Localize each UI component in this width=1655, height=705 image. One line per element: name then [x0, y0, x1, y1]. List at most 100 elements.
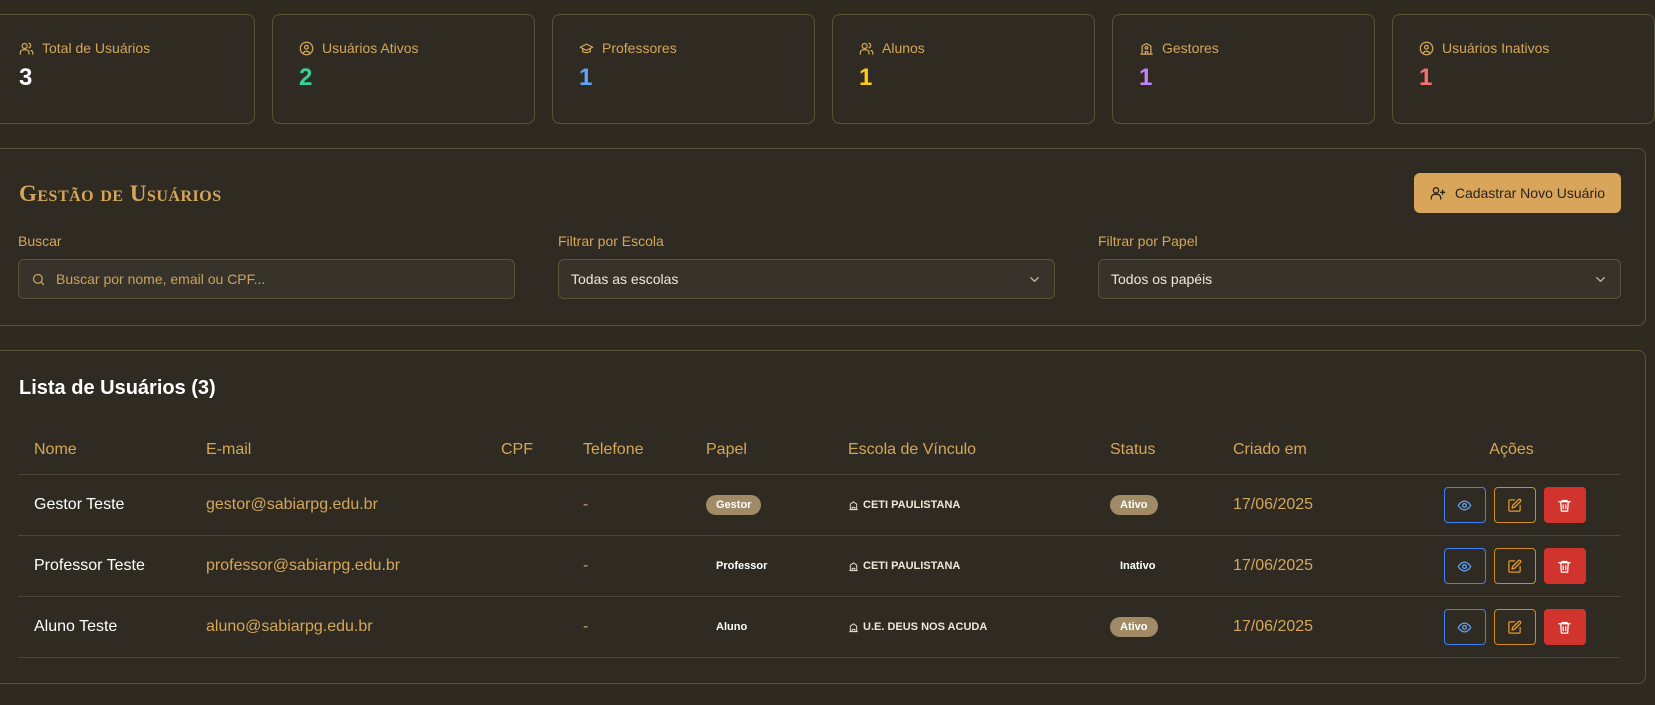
stat-label: Gestores [1162, 40, 1219, 56]
created-date: 17/06/2025 [1233, 618, 1314, 635]
list-title: Lista de Usuários (3) [19, 377, 216, 399]
search-input[interactable]: Buscar por nome, email ou CPF... [18, 259, 515, 299]
delete-button[interactable] [1543, 487, 1586, 523]
row-actions [1403, 548, 1620, 584]
column-header[interactable]: E-mail [206, 441, 501, 459]
user-plus-icon [1430, 187, 1446, 200]
stat-card-inactive: Usuários Inativos 1 [1392, 14, 1655, 124]
view-button[interactable] [1443, 487, 1486, 523]
add-user-button[interactable]: Cadastrar Novo Usuário [1413, 173, 1621, 213]
stat-value: 1 [859, 64, 873, 91]
column-header[interactable]: Escola de Vínculo [848, 441, 1110, 459]
edit-button[interactable] [1493, 487, 1536, 523]
stat-label: Professores [602, 40, 677, 56]
school-name: CETI PAULISTANA [863, 560, 961, 572]
user-email: professor@sabiarpg.edu.br [206, 557, 401, 574]
stat-label: Alunos [882, 40, 925, 56]
chevron-down-icon [1030, 276, 1039, 282]
stat-value: 1 [579, 64, 593, 91]
school-icon [849, 500, 858, 510]
row-actions [1403, 609, 1620, 645]
view-button[interactable] [1443, 609, 1486, 645]
school-icon [849, 561, 858, 571]
column-header[interactable]: Papel [706, 441, 848, 459]
school-name: U.E. DEUS NOS ACUDA [863, 621, 988, 633]
stat-label: Total de Usuários [42, 40, 151, 56]
role-filter: Filtrar por Papel Todos os papéis [1098, 233, 1621, 299]
table-header: Nome E-mail CPF Telefone Papel Escola de… [18, 426, 1620, 475]
school-cell: CETI PAULISTANA [848, 499, 1110, 511]
user-name: Professor Teste [34, 557, 145, 574]
created-date: 17/06/2025 [1233, 557, 1314, 574]
column-header[interactable]: Telefone [583, 441, 706, 459]
stat-value: 3 [19, 64, 33, 91]
stat-value: 2 [299, 64, 313, 91]
chevron-down-icon [1596, 276, 1605, 282]
user-phone: - [583, 557, 589, 574]
table-row: Professor Teste professor@sabiarpg.edu.b… [18, 536, 1620, 597]
column-header: Ações [1489, 441, 1534, 458]
user-email: aluno@sabiarpg.edu.br [206, 618, 373, 635]
table-row: Aluno Teste aluno@sabiarpg.edu.br - Alun… [18, 597, 1620, 658]
search-icon [32, 273, 45, 285]
user-name: Gestor Teste [34, 496, 125, 513]
row-actions [1403, 487, 1620, 523]
school-icon [849, 622, 858, 632]
school-filter: Filtrar por Escola Todas as escolas [558, 233, 1055, 299]
stat-label: Usuários Inativos [1442, 40, 1550, 56]
created-date: 17/06/2025 [1233, 496, 1314, 513]
trash-icon [1558, 621, 1571, 634]
eye-icon [1457, 561, 1472, 571]
school-name: CETI PAULISTANA [863, 499, 961, 511]
school-filter-label: Filtrar por Escola [558, 233, 664, 249]
delete-button[interactable] [1543, 609, 1586, 645]
user-phone: - [583, 496, 589, 513]
building-icon [1140, 42, 1153, 55]
role-badge: Aluno [716, 621, 748, 633]
column-header[interactable]: Nome [18, 441, 206, 459]
column-header[interactable]: Criado em [1233, 441, 1403, 459]
stat-card-active: Usuários Ativos 2 [272, 14, 535, 124]
user-name: Aluno Teste [34, 618, 118, 635]
graduation-cap-icon [579, 43, 594, 53]
stat-card-students: Alunos 1 [832, 14, 1095, 124]
column-header[interactable]: Status [1110, 441, 1233, 459]
stat-card-managers: Gestores 1 [1112, 14, 1375, 124]
trash-icon [1558, 560, 1571, 573]
edit-icon [1508, 620, 1522, 634]
school-cell: U.E. DEUS NOS ACUDA [848, 621, 1110, 633]
status-badge: Ativo [1110, 495, 1158, 515]
stats-row: Total de Usuários 3 Usuários Ativos 2 Pr… [0, 14, 1655, 124]
edit-button[interactable] [1493, 548, 1536, 584]
view-button[interactable] [1443, 548, 1486, 584]
school-filter-value: Todas as escolas [571, 271, 679, 287]
table-row: Gestor Teste gestor@sabiarpg.edu.br - Ge… [18, 475, 1620, 536]
status-badge: Ativo [1110, 617, 1158, 637]
edit-icon [1508, 498, 1522, 512]
user-email: gestor@sabiarpg.edu.br [206, 496, 378, 513]
search-label: Buscar [18, 233, 62, 249]
role-filter-select[interactable]: Todos os papéis [1098, 259, 1621, 299]
edit-icon [1508, 559, 1522, 573]
role-badge: Professor [716, 560, 768, 572]
stat-value: 1 [1139, 64, 1153, 91]
status-badge: Inativo [1120, 560, 1156, 572]
user-circle-icon [1419, 41, 1434, 55]
user-phone: - [583, 618, 589, 635]
stat-card-total: Total de Usuários 3 [0, 14, 255, 124]
school-cell: CETI PAULISTANA [848, 560, 1110, 572]
users-table: Nome E-mail CPF Telefone Papel Escola de… [18, 426, 1620, 658]
column-header[interactable]: CPF [501, 441, 583, 459]
edit-button[interactable] [1493, 609, 1536, 645]
role-filter-value: Todos os papéis [1111, 271, 1213, 287]
stat-card-teachers: Professores 1 [552, 14, 815, 124]
search-placeholder: Buscar por nome, email ou CPF... [56, 271, 266, 287]
add-user-label: Cadastrar Novo Usuário [1454, 185, 1605, 201]
delete-button[interactable] [1543, 548, 1586, 584]
school-filter-select[interactable]: Todas as escolas [558, 259, 1055, 299]
users-icon [859, 42, 874, 55]
management-panel: Gestão de Usuários Cadastrar Novo Usuári… [0, 148, 1646, 326]
role-filter-label: Filtrar por Papel [1098, 233, 1198, 249]
stat-value: 1 [1419, 64, 1433, 91]
users-icon [19, 42, 34, 55]
